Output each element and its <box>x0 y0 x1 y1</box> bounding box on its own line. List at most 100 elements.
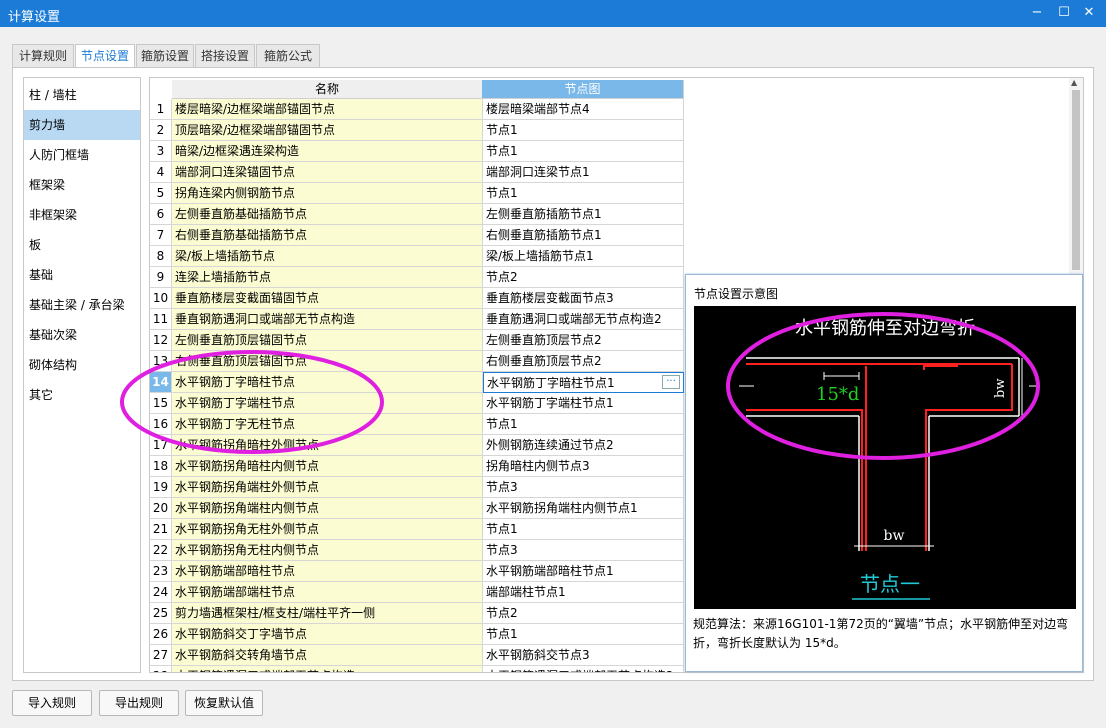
import-rules-button[interactable]: 导入规则 <box>12 690 92 716</box>
row-number: 8 <box>150 246 172 267</box>
row-number: 25 <box>150 603 172 624</box>
row-node[interactable]: 节点1 <box>483 183 684 204</box>
row-node[interactable]: 垂直筋遇洞口或端部无节点构造2 <box>483 309 684 330</box>
window-title: 计算设置 <box>8 10 61 25</box>
row-node[interactable]: 节点1 <box>483 519 684 540</box>
wall-outline <box>746 357 1020 551</box>
row-name: 水平钢筋拐角端柱外侧节点 <box>172 477 483 498</box>
row-node[interactable]: 外侧钢筋连续通过节点2 <box>483 435 684 456</box>
row-node[interactable]: 端部洞口连梁节点1 <box>483 162 684 183</box>
row-number: 6 <box>150 204 172 225</box>
nav-foundation[interactable]: 基础 <box>24 260 140 290</box>
row-name: 端部洞口连梁锚固节点 <box>172 162 483 183</box>
row-node[interactable]: 水平钢筋丁字暗柱节点1 <box>483 372 684 393</box>
rule-description: 规范算法：来源16G101-1第72页的“翼墙”节点；水平钢筋伸至对边弯折，弯折… <box>693 617 1069 650</box>
table-row[interactable]: 23 水平钢筋端部暗柱节点 水平钢筋端部暗柱节点1 <box>150 561 684 582</box>
row-node[interactable]: 右侧垂直筋插筋节点1 <box>483 225 684 246</box>
nav-foundation-main-beam[interactable]: 基础主梁 / 承台梁 <box>24 290 140 320</box>
row-node[interactable]: 水平钢筋遇洞口或端部无节点构造2 <box>483 666 684 672</box>
row-node[interactable]: 节点3 <box>483 540 684 561</box>
tab-calc-rules[interactable]: 计算规则 <box>12 44 74 68</box>
column-header-node: 节点图 <box>482 80 684 99</box>
row-node[interactable]: 水平钢筋丁字端柱节点1 <box>483 393 684 414</box>
restore-defaults-button[interactable]: 恢复默认值 <box>185 690 263 716</box>
maximize-button[interactable]: ☐ <box>1053 3 1075 23</box>
node-diagram: 水平钢筋伸至对边弯折 15*d bw bw 节点一 <box>694 306 1076 609</box>
scroll-thumb[interactable] <box>1072 90 1080 270</box>
row-node[interactable]: 节点2 <box>483 603 684 624</box>
table-row[interactable]: 22 水平钢筋拐角无柱内侧节点 节点3 <box>150 540 684 561</box>
row-number: 21 <box>150 519 172 540</box>
table-row[interactable]: 11 垂直钢筋遇洞口或端部无节点构造 垂直筋遇洞口或端部无节点构造2 <box>150 309 684 330</box>
export-rules-button[interactable]: 导出规则 <box>99 690 179 716</box>
row-node[interactable]: 左侧垂直筋顶层节点2 <box>483 330 684 351</box>
tab-stirrup-formula[interactable]: 箍筋公式 <box>256 44 320 68</box>
row-node[interactable]: 节点1 <box>483 414 684 435</box>
more-options-icon[interactable]: ··· <box>662 375 680 389</box>
row-number: 24 <box>150 582 172 603</box>
row-name: 右侧垂直筋基础插筋节点 <box>172 225 483 246</box>
row-number: 22 <box>150 540 172 561</box>
table-row[interactable]: 9 连梁上墙插筋节点 节点2 <box>150 267 684 288</box>
table-row[interactable]: 5 拐角连梁内侧钢筋节点 节点1 <box>150 183 684 204</box>
table-row[interactable]: 24 水平钢筋端部端柱节点 端部端柱节点1 <box>150 582 684 603</box>
row-number: 28 <box>150 666 172 672</box>
nav-column[interactable]: 柱 / 墙柱 <box>24 80 140 110</box>
row-number: 19 <box>150 477 172 498</box>
row-node[interactable]: 拐角暗柱内侧节点3 <box>483 456 684 477</box>
tab-node-settings[interactable]: 节点设置 <box>75 44 135 69</box>
close-button[interactable]: ✕ <box>1078 3 1100 23</box>
table-row[interactable]: 28水平钢筋遇洞口或端部无节点构造水平钢筋遇洞口或端部无节点构造2 <box>150 666 684 672</box>
row-node[interactable]: 右侧垂直筋顶层节点2 <box>483 351 684 372</box>
row-name: 水平钢筋拐角无柱外侧节点 <box>172 519 483 540</box>
row-node[interactable]: 节点2 <box>483 267 684 288</box>
table-row[interactable]: 19 水平钢筋拐角端柱外侧节点 节点3 <box>150 477 684 498</box>
row-node[interactable]: 节点1 <box>483 624 684 645</box>
table-row[interactable]: 25 剪力墙遇框架柱/框支柱/端柱平齐一侧 节点2 <box>150 603 684 624</box>
table-row[interactable]: 3 暗梁/边框梁遇连梁构造 节点1 <box>150 141 684 162</box>
row-node[interactable]: 节点3 <box>483 477 684 498</box>
table-row[interactable]: 20 水平钢筋拐角端柱内侧节点 水平钢筋拐角端柱内侧节点1 <box>150 498 684 519</box>
row-name: 拐角连梁内侧钢筋节点 <box>172 183 483 204</box>
table-row[interactable]: 8 梁/板上墙插筋节点 梁/板上墙插筋节点1 <box>150 246 684 267</box>
row-name: 水平钢筋端部暗柱节点 <box>172 561 483 582</box>
row-node[interactable]: 端部端柱节点1 <box>483 582 684 603</box>
row-node[interactable]: 左侧垂直筋插筋节点1 <box>483 204 684 225</box>
nav-shear-wall[interactable]: 剪力墙 <box>24 110 140 140</box>
nav-civil-defense-frame[interactable]: 人防门框墙 <box>24 140 140 170</box>
row-node[interactable]: 水平钢筋拐角端柱内侧节点1 <box>483 498 684 519</box>
table-row[interactable]: 1 楼层暗梁/边框梁端部锚固节点 楼层暗梁端部节点4 <box>150 99 684 120</box>
vertical-scrollbar[interactable]: ▲ <box>1069 78 1083 274</box>
row-name: 水平钢筋斜交丁字墙节点 <box>172 624 483 645</box>
row-node[interactable]: 节点1 <box>483 120 684 141</box>
table-row[interactable]: 27 水平钢筋斜交转角墙节点 水平钢筋斜交节点3 <box>150 645 684 666</box>
row-name: 垂直钢筋遇洞口或端部无节点构造 <box>172 309 483 330</box>
row-node[interactable]: 水平钢筋斜交节点3 <box>483 645 684 666</box>
tab-stirrup-settings[interactable]: 箍筋设置 <box>136 44 194 68</box>
nav-slab[interactable]: 板 <box>24 230 140 260</box>
nav-non-frame-beam[interactable]: 非框架梁 <box>24 200 140 230</box>
table-row[interactable]: 21 水平钢筋拐角无柱外侧节点 节点1 <box>150 519 684 540</box>
row-node[interactable]: 节点1 <box>483 141 684 162</box>
table-row[interactable]: 26 水平钢筋斜交丁字墙节点 节点1 <box>150 624 684 645</box>
row-node[interactable]: 水平钢筋端部暗柱节点1 <box>483 561 684 582</box>
node-preview-panel: 节点设置示意图 水平钢筋伸至对边弯折 15*d bw bw 节点一 规范算法：来… <box>685 274 1083 672</box>
table-row[interactable]: 4 端部洞口连梁锚固节点 端部洞口连梁节点1 <box>150 162 684 183</box>
wall-thickness-label-right: bw <box>993 379 1008 398</box>
row-highlight-circle <box>120 350 384 454</box>
row-node[interactable]: 垂直筋楼层变截面节点3 <box>483 288 684 309</box>
anchor-length-label: 15*d <box>816 384 859 405</box>
table-row[interactable]: 10 垂直筋楼层变截面锚固节点 垂直筋楼层变截面节点3 <box>150 288 684 309</box>
table-row[interactable]: 6 左侧垂直筋基础插筋节点 左侧垂直筋插筋节点1 <box>150 204 684 225</box>
row-number: 2 <box>150 120 172 141</box>
minimize-button[interactable]: − <box>1026 3 1048 23</box>
scroll-up-icon[interactable]: ▲ <box>1071 78 1077 87</box>
row-name: 楼层暗梁/边框梁端部锚固节点 <box>172 99 483 120</box>
row-node[interactable]: 楼层暗梁端部节点4 <box>483 99 684 120</box>
row-node[interactable]: 梁/板上墙插筋节点1 <box>483 246 684 267</box>
tab-lap-settings[interactable]: 搭接设置 <box>195 44 255 68</box>
nav-frame-beam[interactable]: 框架梁 <box>24 170 140 200</box>
column-header-name: 名称 <box>172 80 483 99</box>
table-row[interactable]: 2 顶层暗梁/边框梁端部锚固节点 节点1 <box>150 120 684 141</box>
table-row[interactable]: 7 右侧垂直筋基础插筋节点 右侧垂直筋插筋节点1 <box>150 225 684 246</box>
